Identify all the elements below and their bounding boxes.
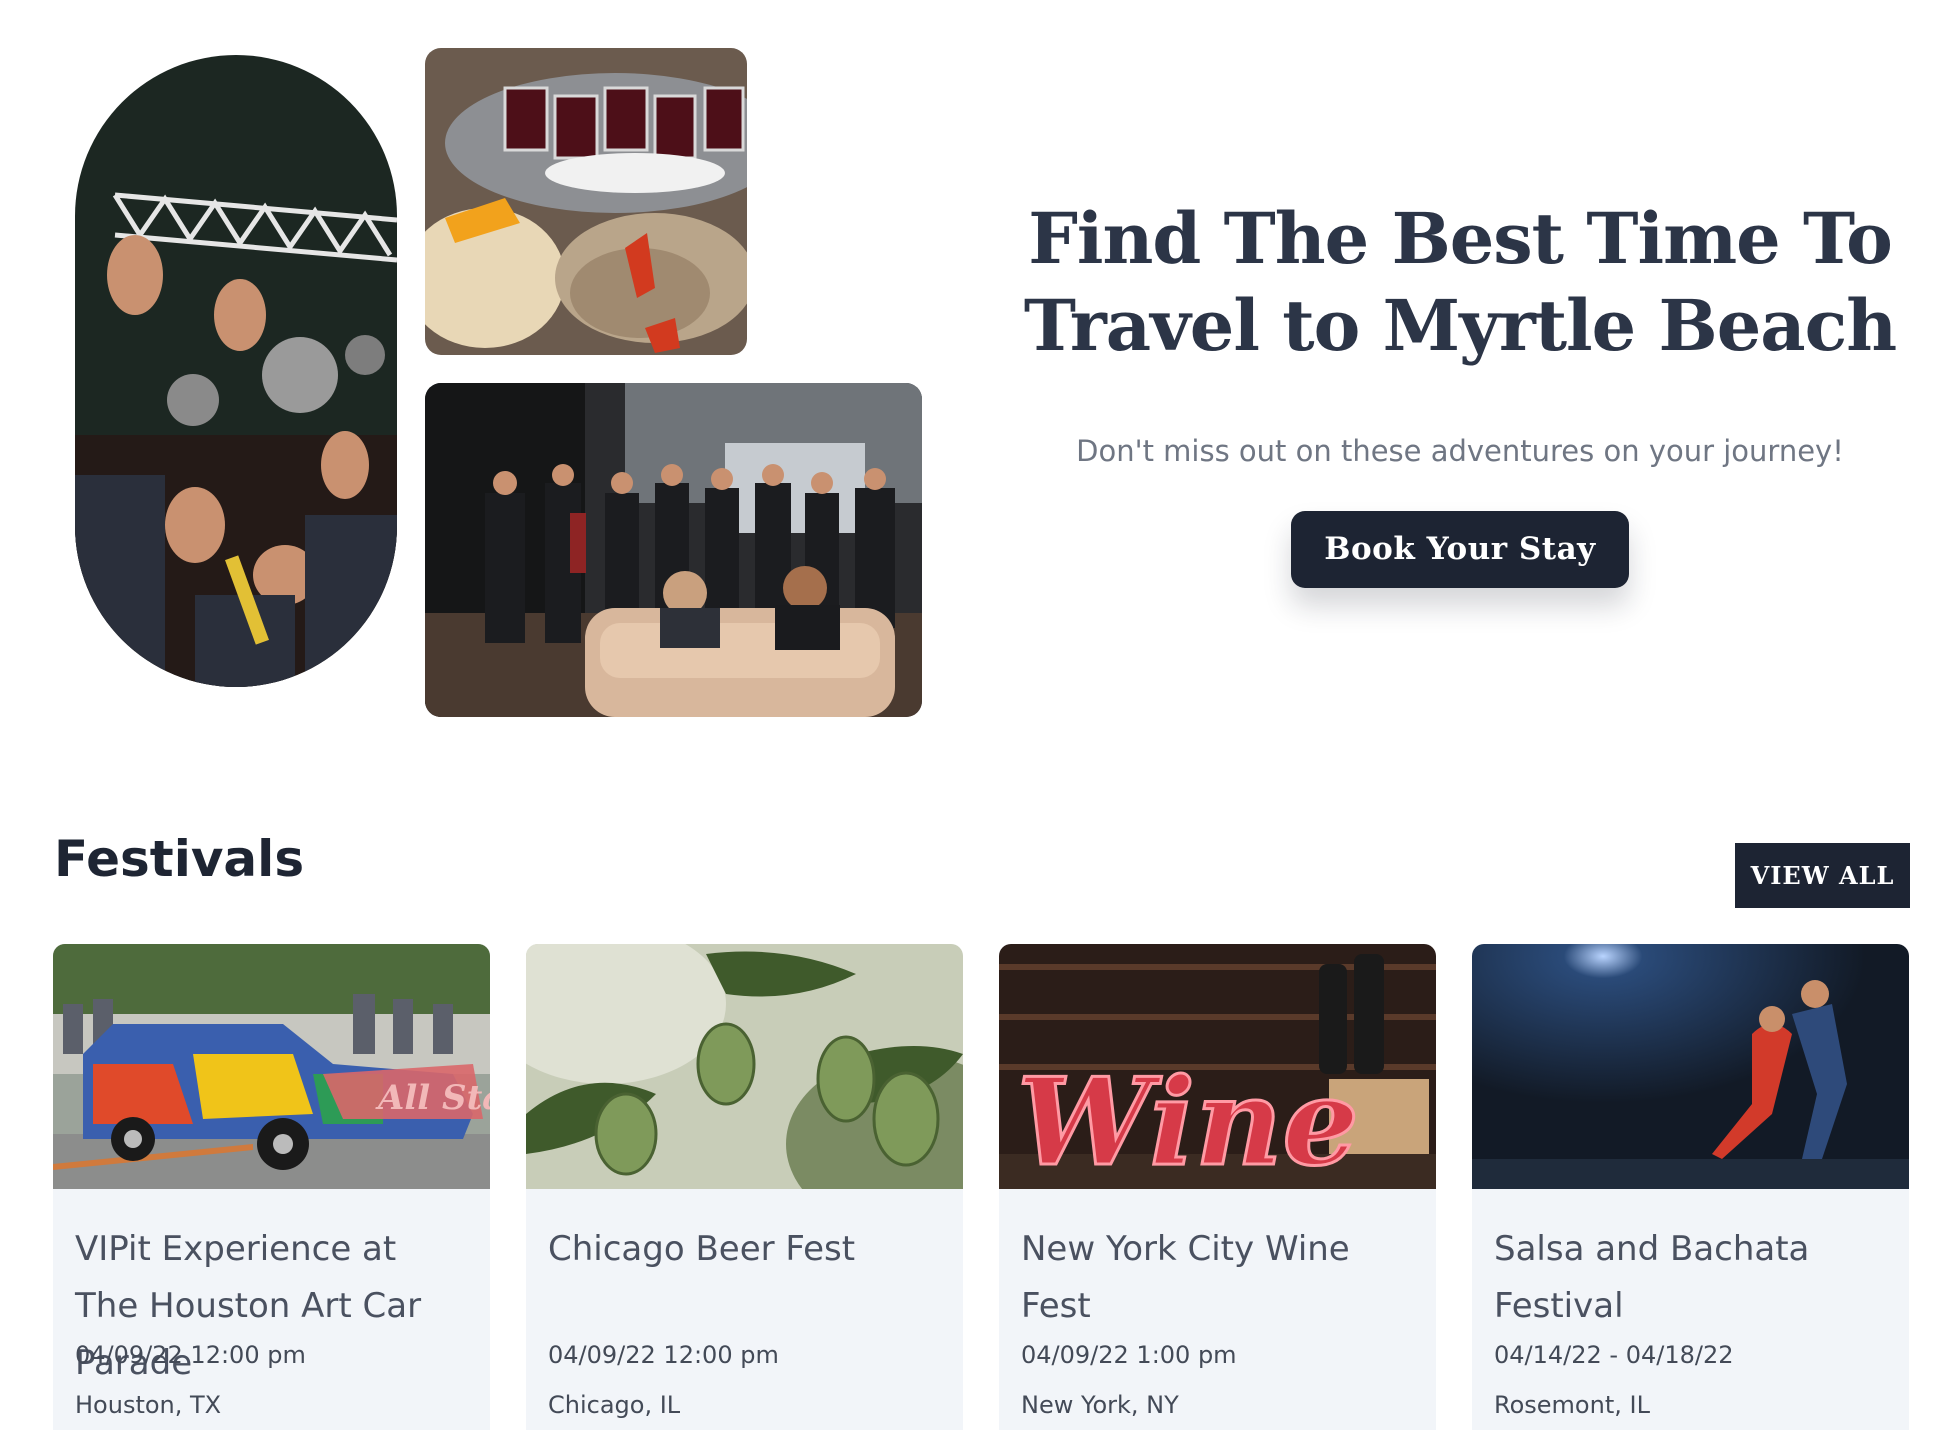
festival-card-title: New York City Wine Fest	[1021, 1229, 1350, 1326]
art-car-banner-text: All Star	[375, 1078, 490, 1118]
hero-subtitle: Don't miss out on these adventures on yo…	[1076, 434, 1844, 468]
festival-card-houston[interactable]: All Star VIPit Experience at The Houston…	[53, 944, 490, 1430]
wine-sign-image: Wine	[999, 944, 1436, 1189]
festival-card-location: New York, NY	[1021, 1391, 1179, 1419]
live-music-image	[425, 383, 922, 717]
book-your-stay-button[interactable]: Book Your Stay	[1291, 511, 1629, 588]
festival-card-location: Houston, TX	[75, 1391, 222, 1419]
festival-card-body: Salsa and Bachata Festival 04/14/22 - 04…	[1472, 1189, 1909, 1423]
festival-card-title: Salsa and Bachata Festival	[1494, 1229, 1810, 1326]
festival-card-date: 04/09/22 12:00 pm	[548, 1341, 779, 1369]
festivals-heading: Festivals	[54, 830, 305, 888]
festival-card-body: VIPit Experience at The Houston Art Car …	[53, 1189, 490, 1423]
art-car-parade-image: All Star	[53, 944, 490, 1189]
wine-sign-text: Wine	[1017, 1052, 1359, 1189]
festival-card-location: Chicago, IL	[548, 1391, 681, 1419]
festival-card-new-york[interactable]: Wine New York City Wine Fest 04/09/22 1:…	[999, 944, 1436, 1430]
hero-title-line-1: Find The Best Time To	[1028, 197, 1893, 280]
festival-card-title: Chicago Beer Fest	[548, 1229, 856, 1269]
hero-text-block: Find The Best Time To Travel to Myrtle B…	[1010, 195, 1910, 588]
salsa-dancers-image	[1472, 944, 1909, 1189]
festival-card-body: New York City Wine Fest 04/09/22 1:00 pm…	[999, 1189, 1436, 1423]
party-crowd-image	[75, 55, 397, 687]
page: Find The Best Time To Travel to Myrtle B…	[0, 0, 1936, 1430]
festival-card-chicago[interactable]: Chicago Beer Fest 04/09/22 12:00 pm Chic…	[526, 944, 963, 1430]
festival-card-date: 04/14/22 - 04/18/22	[1494, 1341, 1734, 1369]
food-wine-image	[425, 48, 747, 355]
view-all-button[interactable]: VIEW ALL	[1735, 843, 1910, 908]
hero-title: Find The Best Time To Travel to Myrtle B…	[1010, 195, 1910, 369]
hero-title-line-2: Travel to Myrtle Beach	[1023, 284, 1897, 367]
festival-card-date: 04/09/22 1:00 pm	[1021, 1341, 1237, 1369]
festival-card-rosemont[interactable]: Salsa and Bachata Festival 04/14/22 - 04…	[1472, 944, 1909, 1430]
hops-image	[526, 944, 963, 1189]
festival-card-location: Rosemont, IL	[1494, 1391, 1650, 1419]
festival-card-title: VIPit Experience at The Houston Art Car …	[75, 1229, 422, 1383]
festival-card-body: Chicago Beer Fest 04/09/22 12:00 pm Chic…	[526, 1189, 963, 1423]
festival-card-date: 04/09/22 12:00 pm	[75, 1341, 306, 1369]
